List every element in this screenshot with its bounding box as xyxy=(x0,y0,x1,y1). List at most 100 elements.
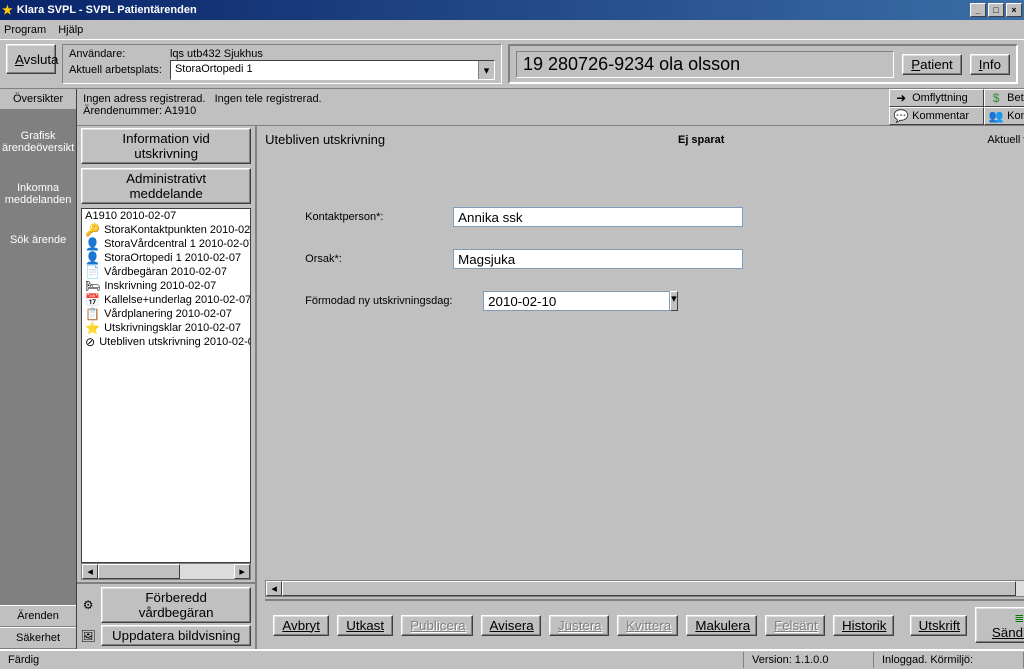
tree-item[interactable]: 📅 Kallelse+underlag 2010-02-07 xyxy=(82,293,250,307)
tree-item-label: Utebliven utskrivning 2010-02-0 xyxy=(99,336,251,348)
tree-item-label: StoraOrtopedi 1 2010-02-07 xyxy=(104,252,241,264)
leftnav-tab-oversikter[interactable]: Översikter xyxy=(0,89,76,110)
scroll-thumb[interactable] xyxy=(98,564,180,579)
tree-item[interactable]: ⊘ Utebliven utskrivning 2010-02-0 xyxy=(82,335,250,349)
user-label: Användare: xyxy=(69,48,162,60)
arende-value: A1910 xyxy=(164,105,196,117)
leftnav-tab-sakerhet[interactable]: Säkerhet xyxy=(0,627,76,649)
tree-item-icon: 🛏 xyxy=(85,280,100,292)
tree-item-label: Kallelse+underlag 2010-02-07 xyxy=(104,294,251,306)
tree-item-label: StoraVårdcentral 1 2010-02-07 xyxy=(104,238,251,250)
tree-item[interactable]: 📄Vårdbegäran 2010-02-07 xyxy=(82,265,250,279)
kvittera-button[interactable]: Kvittera xyxy=(617,615,678,636)
justera-button[interactable]: Justera xyxy=(549,615,609,636)
leftnav-item-sok[interactable]: Sök ärende xyxy=(0,232,76,248)
status-version: Version: 1.1.0.0 xyxy=(744,652,874,668)
kontakt-input[interactable] xyxy=(453,207,743,227)
date-input[interactable] xyxy=(483,291,670,311)
avisera-button[interactable]: Avisera xyxy=(481,615,541,636)
chevron-down-icon[interactable]: ▾ xyxy=(670,291,678,311)
date-label: Förmodad ny utskrivningsdag: xyxy=(305,295,475,307)
status-login: Inloggad. Körmiljö: xyxy=(874,652,1024,668)
uppdatera-button[interactable]: Uppdatera bildvisning xyxy=(101,625,251,646)
historik-button[interactable]: Historik xyxy=(833,615,894,636)
tree-item-label: Vårdbegäran 2010-02-07 xyxy=(104,266,227,278)
list-icon: ≣ xyxy=(1012,611,1024,625)
link-kommentar[interactable]: 💬Kommentar xyxy=(889,107,984,125)
date-select[interactable]: ▾ xyxy=(483,291,633,311)
status-bar: Färdig Version: 1.1.0.0 Inloggad. Körmil… xyxy=(0,649,1024,669)
user-workplace-panel: Användare: lqs utb432 Sjukhus Aktuell ar… xyxy=(62,44,502,84)
money-icon: $ xyxy=(989,91,1003,105)
tree-root[interactable]: A1910 2010-02-07 xyxy=(82,209,250,223)
patient-button[interactable]: Patient xyxy=(902,54,962,75)
menubar: Program Hjälp xyxy=(0,20,1024,40)
action-bar: Avbryt Utkast Publicera Avisera Justera … xyxy=(265,599,1024,649)
tree-item[interactable]: 🔑StoraKontaktpunkten 2010-02-0 xyxy=(82,223,250,237)
workplace-label: Aktuell arbetsplats: xyxy=(69,64,162,76)
tree-item[interactable]: 👤StoraOrtopedi 1 2010-02-07 xyxy=(82,251,250,265)
patient-panel: 19 280726-9234 ola olsson Patient Info xyxy=(508,44,1018,84)
form-title: Utebliven utskrivning xyxy=(265,132,385,147)
mid-row: Information vid utskrivning Administrati… xyxy=(77,126,1024,649)
publicera-button[interactable]: Publicera xyxy=(401,615,472,636)
tree-item-label: Vårdplanering 2010-02-07 xyxy=(104,308,232,320)
avbryt-button[interactable]: Avbryt xyxy=(273,615,329,636)
tree-item-icon: ⊘ xyxy=(85,336,95,348)
link-omflyttning[interactable]: ➜Omflyttning xyxy=(889,89,984,107)
makulera-button[interactable]: Makulera xyxy=(686,615,757,636)
form-save-state: Ej sparat xyxy=(415,134,987,146)
tree-item-icon: 📅 xyxy=(85,294,100,306)
content: Ingen adress registrerad. Ingen tele reg… xyxy=(77,89,1024,649)
logout-button[interactable]: Avsluta xyxy=(6,44,56,74)
felsant-button[interactable]: Felsänt xyxy=(765,615,825,636)
scroll-left-icon[interactable]: ◂ xyxy=(82,564,98,579)
form-body: Kontaktperson*: Orsak*: Förmodad ny utsk… xyxy=(265,157,1024,580)
tree-item[interactable]: ⭐Utskrivningsklar 2010-02-07 xyxy=(82,321,250,335)
leftnav-item-grafisk[interactable]: Grafisk ärendeöversikt xyxy=(0,128,76,156)
admin-meddelande-button[interactable]: Administrativt meddelande xyxy=(81,168,251,204)
leftnav-item-inkomna[interactable]: Inkomna meddelanden xyxy=(0,180,76,208)
utskrift-button[interactable]: Utskrift xyxy=(910,615,968,636)
status-ready: Färdig xyxy=(0,652,744,668)
orsak-label: Orsak*: xyxy=(305,253,445,265)
hscroll-thumb[interactable] xyxy=(282,581,1015,596)
tree-item-label: Utskrivningsklar 2010-02-07 xyxy=(104,322,241,334)
forbered-button[interactable]: Förberedd vårdbegäran xyxy=(101,587,251,623)
workplace-select[interactable]: StoraOrtopedi 1 ▾ xyxy=(170,60,495,80)
info-no-tele: Ingen tele registrerad. xyxy=(215,93,322,105)
window-titlebar: ★ Klara SVPL - SVPL Patientärenden _ □ × xyxy=(0,0,1024,20)
menu-help[interactable]: Hjälp xyxy=(58,24,83,36)
tree-item[interactable]: 🛏Inskrivning 2010-02-07 xyxy=(82,279,250,293)
tree-item[interactable]: 📋 Vårdplanering 2010-02-07 xyxy=(82,307,250,321)
tree-list[interactable]: A1910 2010-02-07 🔑StoraKontaktpunkten 20… xyxy=(81,208,251,563)
close-button[interactable]: × xyxy=(1006,3,1022,17)
chevron-down-icon[interactable]: ▾ xyxy=(478,61,494,79)
info-strip: Ingen adress registrerad. Ingen tele reg… xyxy=(77,89,1024,126)
scroll-left-icon[interactable]: ◂ xyxy=(266,581,282,596)
maximize-button[interactable]: □ xyxy=(988,3,1004,17)
image-refresh-icon: 🖼 xyxy=(81,629,95,643)
info-button[interactable]: Info xyxy=(970,54,1010,75)
user-value: lqs utb432 Sjukhus xyxy=(170,48,495,60)
menu-program[interactable]: Program xyxy=(4,24,46,36)
minimize-button[interactable]: _ xyxy=(970,3,986,17)
utkast-button[interactable]: Utkast xyxy=(337,615,393,636)
tree-item-icon: 🔑 xyxy=(85,224,100,236)
link-kontakter[interactable]: 👥Kontakter xyxy=(984,107,1024,125)
tree-hscrollbar[interactable]: ◂ ▸ xyxy=(81,563,251,580)
sandlista-button[interactable]: ≣ Sändlista xyxy=(975,607,1024,643)
orsak-input[interactable] xyxy=(453,249,743,269)
refresh-icon: ⚙ xyxy=(81,598,95,612)
info-utskrivning-button[interactable]: Information vid utskrivning xyxy=(81,128,251,164)
form-hscrollbar[interactable]: ◂ ▸ xyxy=(265,580,1024,597)
form-area: Utebliven utskrivning Ej sparat Aktuell … xyxy=(257,126,1024,649)
link-betalning[interactable]: $Betalning xyxy=(984,89,1024,107)
leftnav-tab-arenden[interactable]: Ärenden xyxy=(0,605,76,627)
scroll-right-icon[interactable]: ▸ xyxy=(234,564,250,579)
tree-item-icon: 📋 xyxy=(85,308,100,320)
tree-item[interactable]: 👤StoraVårdcentral 1 2010-02-07 xyxy=(82,237,250,251)
top-toolbar: Avsluta Användare: lqs utb432 Sjukhus Ak… xyxy=(0,40,1024,89)
comment-icon: 💬 xyxy=(894,109,908,123)
main-body: Översikter Grafisk ärendeöversikt Inkomn… xyxy=(0,89,1024,649)
